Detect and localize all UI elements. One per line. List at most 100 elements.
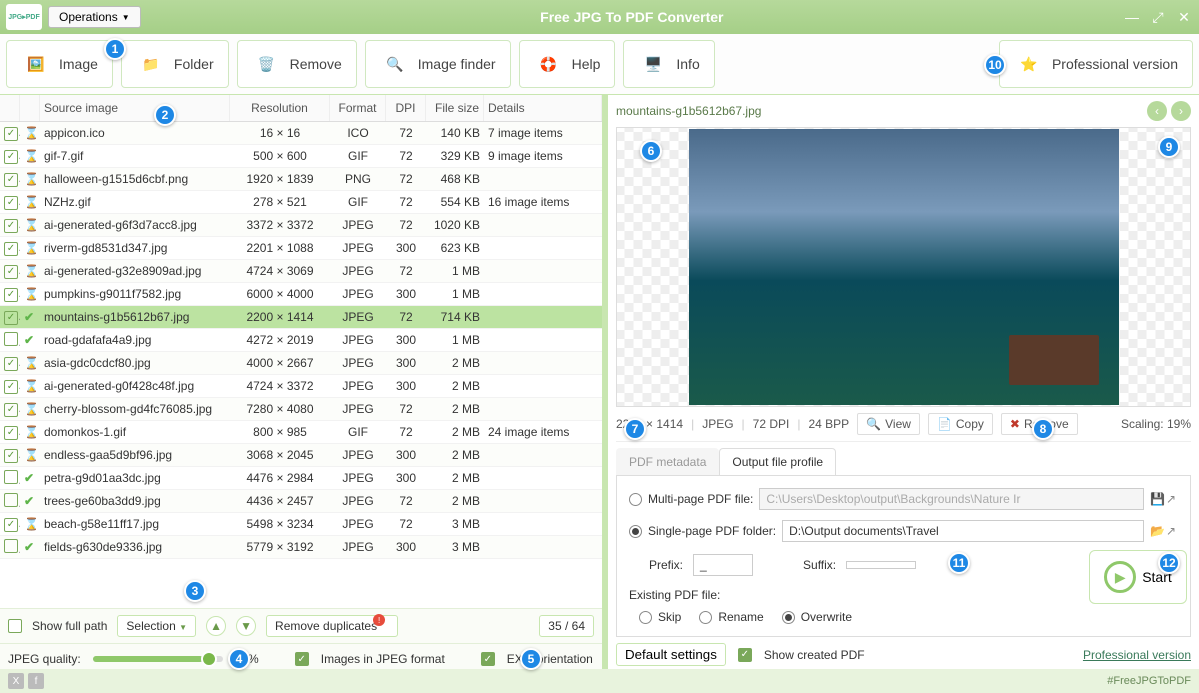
file-dpi: 300 bbox=[386, 241, 426, 255]
pro-version-link[interactable]: Professional version bbox=[1083, 648, 1191, 662]
view-button[interactable]: 🔍View bbox=[857, 413, 920, 435]
row-checkbox[interactable]: ✓ bbox=[4, 288, 18, 302]
file-res: 5498 × 3234 bbox=[230, 517, 330, 531]
info-button[interactable]: 🖥️Info bbox=[623, 40, 714, 88]
table-row[interactable]: ✓⌛halloween-g1515d6cbf.png1920 × 1839PNG… bbox=[0, 168, 602, 191]
x-social-icon[interactable]: X bbox=[8, 673, 24, 689]
table-row[interactable]: ✔fields-g630de9336.jpg5779 × 3192JPEG300… bbox=[0, 536, 602, 559]
table-row[interactable]: ✔petra-g9d01aa3dc.jpg4476 × 2984JPEG3002… bbox=[0, 467, 602, 490]
table-row[interactable]: ✓⌛ai-generated-g6f3d7acc8.jpg3372 × 3372… bbox=[0, 214, 602, 237]
table-row[interactable]: ✓✔mountains-g1b5612b67.jpg2200 × 1414JPE… bbox=[0, 306, 602, 329]
move-down-button[interactable]: ▼ bbox=[236, 616, 256, 636]
file-fmt: JPEG bbox=[330, 310, 386, 324]
multi-page-radio[interactable] bbox=[629, 493, 642, 506]
tab-output-profile[interactable]: Output file profile bbox=[719, 448, 836, 475]
remove-button[interactable]: 🗑️Remove bbox=[237, 40, 357, 88]
image-preview[interactable] bbox=[616, 127, 1191, 407]
table-row[interactable]: ✓⌛asia-gdc0cdcf80.jpg4000 × 2667JPEG3002… bbox=[0, 352, 602, 375]
table-row[interactable]: ✓⌛ai-generated-g0f428c48f.jpg4724 × 3372… bbox=[0, 375, 602, 398]
exif-checkbox[interactable]: ✓ bbox=[481, 652, 495, 666]
table-row[interactable]: ✓⌛cherry-blossom-gd4fc76085.jpg7280 × 40… bbox=[0, 398, 602, 421]
row-checkbox[interactable]: ✓ bbox=[4, 426, 18, 440]
move-up-button[interactable]: ▲ bbox=[206, 616, 226, 636]
table-row[interactable]: ✔trees-ge60ba3dd9.jpg4436 × 2457JPEG722 … bbox=[0, 490, 602, 513]
status-icon: ⌛ bbox=[24, 126, 40, 140]
status-icon: ⌛ bbox=[24, 448, 40, 462]
selection-button[interactable]: Selection ▼ bbox=[117, 615, 196, 637]
file-fmt: JPEG bbox=[330, 494, 386, 508]
table-row[interactable]: ✓⌛gif-7.gif500 × 600GIF72329 KB9 image i… bbox=[0, 145, 602, 168]
rename-option[interactable]: Rename bbox=[699, 610, 763, 624]
file-name: beach-g58e11ff17.jpg bbox=[40, 517, 230, 531]
jpeg-format-checkbox[interactable]: ✓ bbox=[295, 652, 309, 666]
file-res: 1920 × 1839 bbox=[230, 172, 330, 186]
col-filesize[interactable]: File size bbox=[426, 95, 484, 121]
suffix-input[interactable] bbox=[846, 561, 916, 569]
image-button[interactable]: 🖼️Image bbox=[6, 40, 113, 88]
show-created-pdf-checkbox[interactable]: ✓ bbox=[738, 648, 752, 662]
row-checkbox[interactable]: ✓ bbox=[4, 449, 18, 463]
facebook-icon[interactable]: f bbox=[28, 673, 44, 689]
help-button[interactable]: 🛟Help bbox=[519, 40, 616, 88]
table-row[interactable]: ✓⌛pumpkins-g9011f7582.jpg6000 × 4000JPEG… bbox=[0, 283, 602, 306]
operations-button[interactable]: Operations ▼ bbox=[48, 6, 141, 28]
table-row[interactable]: ✓⌛domonkos-1.gif800 × 985GIF722 MB24 ima… bbox=[0, 421, 602, 444]
row-checkbox[interactable]: ✓ bbox=[4, 311, 18, 325]
maximize-button[interactable]: ⤢ bbox=[1149, 8, 1167, 26]
prefix-input[interactable]: _ bbox=[693, 554, 753, 576]
table-row[interactable]: ✓⌛ai-generated-g32e8909ad.jpg4724 × 3069… bbox=[0, 260, 602, 283]
folder-open-icon[interactable]: 📂 bbox=[1150, 524, 1164, 538]
row-checkbox[interactable]: ✓ bbox=[4, 196, 18, 210]
table-row[interactable]: ✓⌛NZHz.gif278 × 521GIF72554 KB16 image i… bbox=[0, 191, 602, 214]
open-icon[interactable]: ↗ bbox=[1164, 524, 1178, 538]
row-checkbox[interactable] bbox=[4, 539, 18, 553]
save-icon[interactable]: 💾 bbox=[1150, 492, 1164, 506]
row-checkbox[interactable]: ✓ bbox=[4, 357, 18, 371]
row-checkbox[interactable]: ✓ bbox=[4, 150, 18, 164]
overwrite-option[interactable]: Overwrite bbox=[782, 610, 852, 624]
row-checkbox[interactable]: ✓ bbox=[4, 127, 18, 141]
image-finder-button[interactable]: 🔍Image finder bbox=[365, 40, 511, 88]
table-row[interactable]: ✓⌛beach-g58e11ff17.jpg5498 × 3234JPEG723… bbox=[0, 513, 602, 536]
single-page-radio[interactable] bbox=[629, 525, 642, 538]
col-format[interactable]: Format bbox=[330, 95, 386, 121]
row-checkbox[interactable] bbox=[4, 332, 18, 346]
prev-button[interactable]: ‹ bbox=[1147, 101, 1167, 121]
tab-pdf-metadata[interactable]: PDF metadata bbox=[616, 448, 719, 475]
default-settings-button[interactable]: Default settings bbox=[616, 643, 726, 666]
col-source[interactable]: Source image bbox=[40, 95, 230, 121]
row-checkbox[interactable]: ✓ bbox=[4, 403, 18, 417]
folder-button[interactable]: 📁Folder bbox=[121, 40, 229, 88]
pro-version-button[interactable]: ⭐Professional version bbox=[999, 40, 1193, 88]
row-checkbox[interactable]: ✓ bbox=[4, 242, 18, 256]
app-title: Free JPG To PDF Converter bbox=[141, 9, 1123, 25]
table-row[interactable]: ✔road-gdafafa4a9.jpg4272 × 2019JPEG3001 … bbox=[0, 329, 602, 352]
col-resolution[interactable]: Resolution bbox=[230, 95, 330, 121]
row-checkbox[interactable]: ✓ bbox=[4, 173, 18, 187]
row-checkbox[interactable]: ✓ bbox=[4, 219, 18, 233]
row-checkbox[interactable]: ✓ bbox=[4, 265, 18, 279]
row-checkbox[interactable] bbox=[4, 493, 18, 507]
row-checkbox[interactable]: ✓ bbox=[4, 380, 18, 394]
next-button[interactable]: › bbox=[1171, 101, 1191, 121]
table-row[interactable]: ✓⌛endless-gaa5d9bf96.jpg3068 × 2045JPEG3… bbox=[0, 444, 602, 467]
scaling-label: Scaling: 19% bbox=[1121, 417, 1191, 431]
single-page-path[interactable]: D:\Output documents\Travel bbox=[782, 520, 1144, 542]
jpeg-quality-slider[interactable] bbox=[93, 656, 223, 662]
open-icon[interactable]: ↗ bbox=[1164, 492, 1178, 506]
col-details[interactable]: Details bbox=[484, 95, 602, 121]
skip-option[interactable]: Skip bbox=[639, 610, 681, 624]
row-checkbox[interactable]: ✓ bbox=[4, 518, 18, 532]
table-row[interactable]: ✓⌛riverm-gd8531d347.jpg2201 × 1088JPEG30… bbox=[0, 237, 602, 260]
close-button[interactable]: ✕ bbox=[1175, 8, 1193, 26]
alert-icon: ! bbox=[373, 614, 385, 626]
remove-duplicates-button[interactable]: Remove duplicates! bbox=[266, 615, 398, 637]
table-row[interactable]: ✓⌛appicon.ico16 × 16ICO72140 KB7 image i… bbox=[0, 122, 602, 145]
file-res: 4272 × 2019 bbox=[230, 333, 330, 347]
row-checkbox[interactable] bbox=[4, 470, 18, 484]
show-full-path-checkbox[interactable] bbox=[8, 619, 22, 633]
minimize-button[interactable]: — bbox=[1123, 8, 1141, 26]
copy-button[interactable]: 📄Copy bbox=[928, 413, 993, 435]
file-table[interactable]: ✓⌛appicon.ico16 × 16ICO72140 KB7 image i… bbox=[0, 122, 602, 608]
col-dpi[interactable]: DPI bbox=[386, 95, 426, 121]
